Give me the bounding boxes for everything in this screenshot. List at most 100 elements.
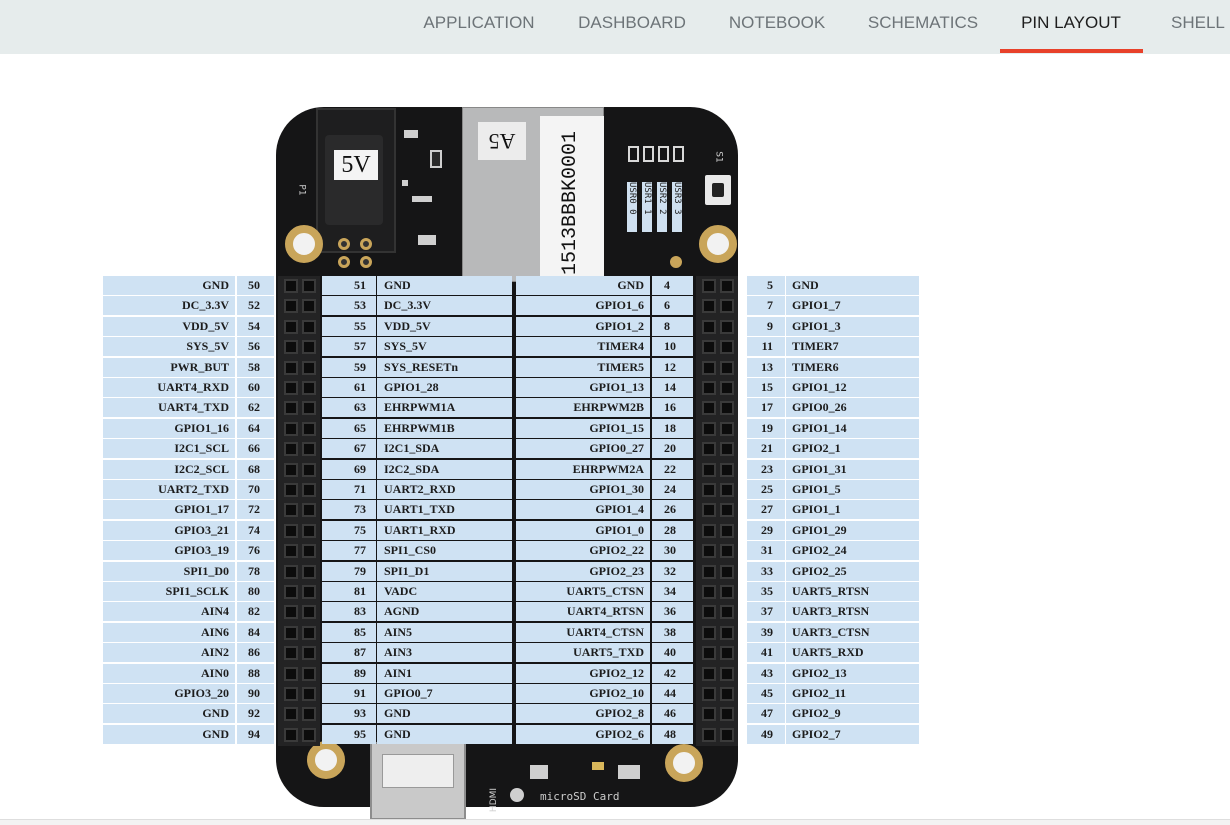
pin-number: 62: [237, 398, 274, 417]
header-pin: [720, 340, 734, 355]
pin-number: 64: [237, 419, 274, 438]
mount-hole-bottom-left: [307, 741, 345, 779]
pin-name: TIMER7: [786, 337, 919, 356]
pin-name: DC_3.3V: [377, 296, 512, 315]
pin-number: 65: [322, 419, 376, 438]
pin-number: 28: [652, 521, 693, 540]
header-pin: [702, 564, 716, 579]
header-pin: [720, 503, 734, 518]
pin-name: AIN3: [377, 643, 512, 662]
header-pin: [702, 585, 716, 599]
power-jack-socket: [325, 135, 383, 225]
header-pin: [284, 523, 298, 538]
pin-name: GPIO2_11: [786, 684, 919, 703]
header-pin: [302, 421, 316, 436]
header-pin: [702, 687, 716, 701]
pin-name: UART5_CTSN: [516, 582, 650, 601]
tab-schematics[interactable]: SCHEMATICS: [858, 0, 988, 50]
pin-name: GPIO2_23: [516, 562, 650, 581]
pin-number: 57: [322, 337, 376, 356]
pin-name: GPIO1_0: [516, 521, 650, 540]
pin-name: GPIO1_15: [516, 419, 650, 438]
pin-number: 40: [652, 643, 693, 662]
pin-number: 17: [747, 398, 785, 417]
usr-led-label-2: USR2 2: [657, 182, 667, 232]
pin-number: 24: [652, 480, 693, 499]
pin-number: 4: [652, 276, 693, 295]
pin-number: 69: [322, 460, 376, 479]
tab-shell[interactable]: SHELL: [1160, 0, 1230, 50]
header-pin: [284, 625, 298, 640]
header-pin: [720, 319, 734, 334]
pin-number: 86: [237, 643, 274, 662]
header-pin: [702, 523, 716, 538]
pin-name: GPIO1_7: [786, 296, 919, 315]
pin-number: 91: [322, 684, 376, 703]
pin-name: VDD_5V: [377, 317, 512, 336]
header-pin: [720, 462, 734, 477]
pin-number: 90: [237, 684, 274, 703]
header-pin: [284, 564, 298, 579]
tab-dashboard[interactable]: DASHBOARD: [568, 0, 696, 50]
header-pin: [284, 442, 298, 457]
header-pin: [720, 299, 734, 314]
pin-number: 89: [322, 664, 376, 683]
pin-name: GPIO0_26: [786, 398, 919, 417]
pin-number: 46: [652, 704, 693, 723]
header-pin: [284, 381, 298, 395]
header-pin: [702, 442, 716, 457]
usr-led-1: [643, 146, 654, 162]
header-pin: [302, 503, 316, 518]
header-pin: [720, 707, 734, 722]
pin-name: GPIO3_20: [103, 684, 235, 703]
pin-name: GND: [786, 276, 919, 295]
header-pin: [720, 381, 734, 395]
header-pin: [702, 319, 716, 334]
pin-number: 60: [237, 378, 274, 397]
pin-name: AIN4: [103, 602, 235, 621]
pin-name: GPIO1_1: [786, 500, 919, 519]
header-pin: [720, 360, 734, 375]
header-pin: [702, 483, 716, 497]
pin-number: 82: [237, 602, 274, 621]
pin-name: I2C1_SDA: [377, 439, 512, 458]
pin-number: 10: [652, 337, 693, 356]
header-pin: [702, 340, 716, 355]
pin-name: DC_3.3V: [103, 296, 235, 315]
header-pin: [702, 401, 716, 416]
pin-number: 9: [747, 317, 785, 336]
tab-pin-layout[interactable]: PIN LAYOUT: [1006, 0, 1136, 50]
smd-led: [592, 762, 604, 770]
header-pin: [302, 462, 316, 477]
header-pin: [284, 503, 298, 518]
tab-application[interactable]: APPLICATION: [414, 0, 544, 50]
pin-number: 92: [237, 704, 274, 723]
pin-name: AIN6: [103, 623, 235, 642]
usr-led-0: [628, 146, 639, 162]
header-pin: [302, 544, 316, 559]
tab-notebook[interactable]: NOTEBOOK: [718, 0, 836, 50]
header-pin: [302, 707, 316, 722]
header-pin: [284, 707, 298, 722]
header-pin: [702, 381, 716, 395]
header-pin: [302, 585, 316, 599]
pin-number: 72: [237, 500, 274, 519]
header-pin: [284, 605, 298, 620]
pin-name: SPI1_SCLK: [103, 582, 235, 601]
header-pin: [284, 421, 298, 436]
pin-number: 11: [747, 337, 785, 356]
pin-number: 67: [322, 439, 376, 458]
pad: [360, 256, 372, 268]
pin-number: 30: [652, 541, 693, 560]
header-pin: [284, 727, 298, 742]
pin-name: GND: [377, 704, 512, 723]
pin-number: 8: [652, 317, 693, 336]
pin-number: 41: [747, 643, 785, 662]
smd-part: [412, 196, 432, 202]
header-pin: [302, 340, 316, 355]
header-pin: [302, 523, 316, 538]
header-pin: [720, 279, 734, 293]
pin-number: 43: [747, 664, 785, 683]
header-pin: [284, 360, 298, 375]
smd-part: [530, 765, 548, 779]
